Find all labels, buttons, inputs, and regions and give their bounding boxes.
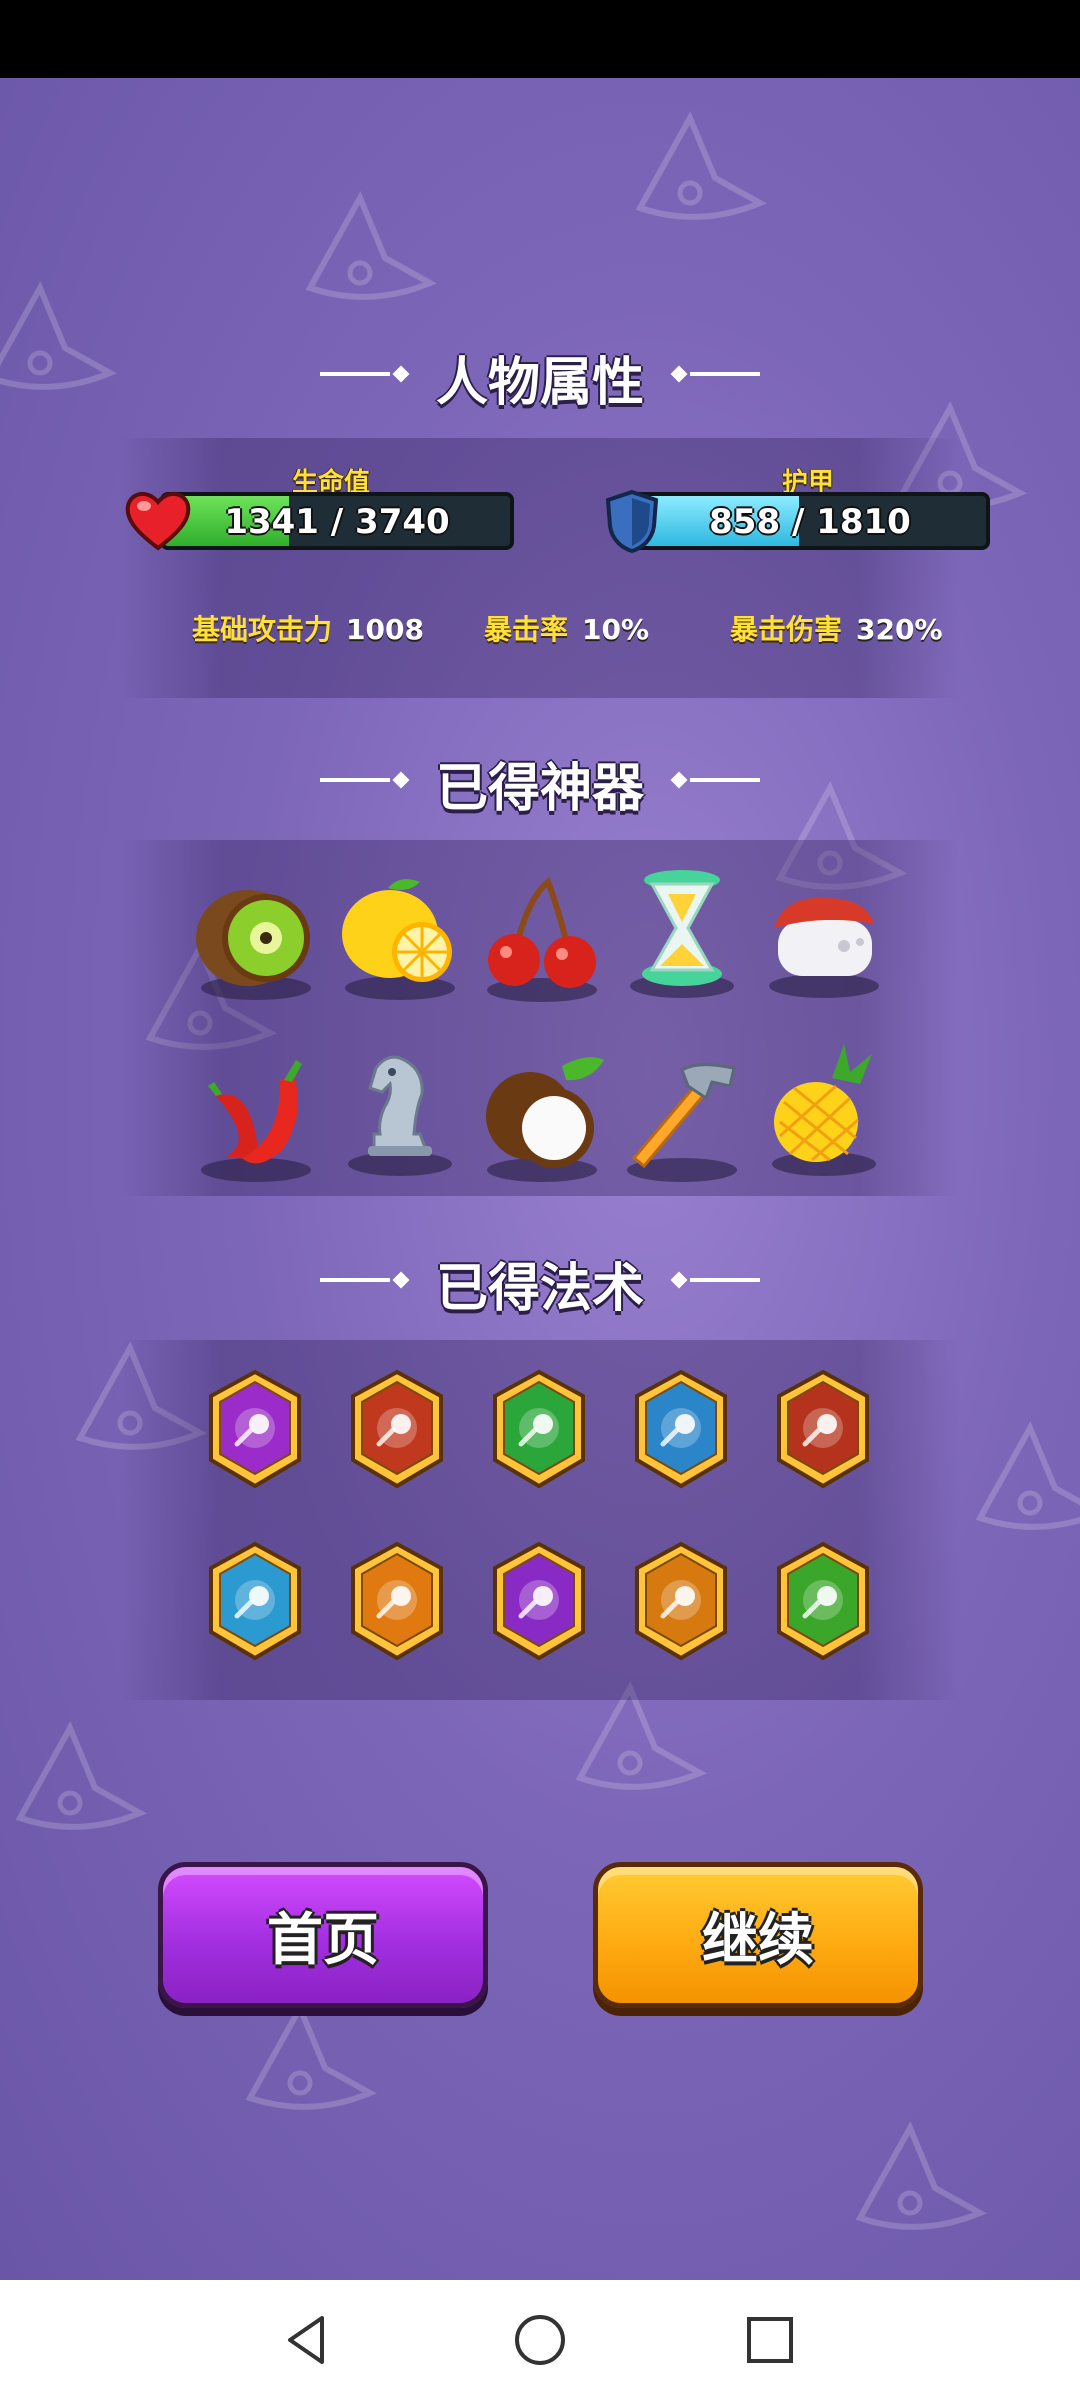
continue-button[interactable]: 继续 <box>593 1862 923 2008</box>
hammer-icon[interactable] <box>612 1046 752 1186</box>
home-circle-icon[interactable] <box>508 2308 572 2372</box>
base-attack-stat: 基础攻击力 1008 <box>192 608 424 648</box>
red-orb-spell-icon[interactable] <box>347 1368 447 1492</box>
wizard-hat-pattern-icon <box>855 2121 987 2230</box>
recents-square-icon[interactable] <box>738 2308 802 2372</box>
game-screen: 人物属性 生命值 1341 / 3740 护甲 858 / 1810 基础攻击力… <box>0 78 1080 2280</box>
pineapple-icon[interactable] <box>754 1038 894 1178</box>
fire-shield-spell-icon[interactable] <box>773 1368 873 1492</box>
stat-value: 320% <box>856 613 943 646</box>
coconut-icon[interactable] <box>472 1046 612 1186</box>
armor-bar: 858 / 1810 <box>630 492 990 550</box>
sushi-icon[interactable] <box>754 868 894 1008</box>
artifacts-title: 已得神器 <box>435 759 644 819</box>
system-nav-bar <box>0 2280 1080 2400</box>
shield-icon <box>605 489 659 554</box>
stat-label: 暴击率 <box>484 613 569 646</box>
status-bar <box>0 0 1080 78</box>
lemon-icon[interactable] <box>330 868 470 1008</box>
wizard-hat-pattern-icon <box>975 1421 1080 1530</box>
thermometer-shield-spell-icon[interactable] <box>489 1540 589 1664</box>
hourglass-icon[interactable] <box>612 860 752 1000</box>
health-bar: 1341 / 3740 <box>160 492 514 550</box>
stat-value: 1008 <box>346 613 424 646</box>
armor-value: 858 / 1810 <box>709 502 911 542</box>
cherry-icon[interactable] <box>472 868 612 1008</box>
poison-shield-spell-icon[interactable] <box>773 1540 873 1664</box>
wizard-hat-pattern-icon <box>635 111 767 220</box>
back-triangle-icon[interactable] <box>276 2308 340 2372</box>
wizard-hat-pattern-icon <box>305 191 437 300</box>
blue-orb-spell-icon[interactable] <box>631 1368 731 1492</box>
heart-icon <box>125 491 191 551</box>
ice-shield-spell-icon[interactable] <box>205 1540 305 1664</box>
green-orb-spell-icon[interactable] <box>489 1368 589 1492</box>
orange-orb-spell-icon[interactable] <box>347 1540 447 1664</box>
health-value: 1341 / 3740 <box>224 502 450 542</box>
purple-orb-spell-icon[interactable] <box>205 1368 305 1492</box>
attributes-title: 人物属性 <box>435 353 644 413</box>
stat-label: 暴击伤害 <box>730 613 843 646</box>
home-button[interactable]: 首页 <box>158 1862 488 2008</box>
stat-label: 基础攻击力 <box>192 613 333 646</box>
lightning-shield-spell-icon[interactable] <box>631 1540 731 1664</box>
wizard-hat-pattern-icon <box>15 1721 147 1830</box>
wizard-hat-pattern-icon <box>245 2001 377 2110</box>
stat-value: 10% <box>582 613 650 646</box>
crit-rate-stat: 暴击率 10% <box>484 608 649 648</box>
chili-pepper-icon[interactable] <box>186 1046 326 1186</box>
chess-knight-icon[interactable] <box>330 1038 470 1178</box>
crit-damage-stat: 暴击伤害 320% <box>730 608 943 648</box>
spells-title: 已得法术 <box>435 1259 644 1319</box>
kiwi-icon[interactable] <box>186 868 326 1008</box>
